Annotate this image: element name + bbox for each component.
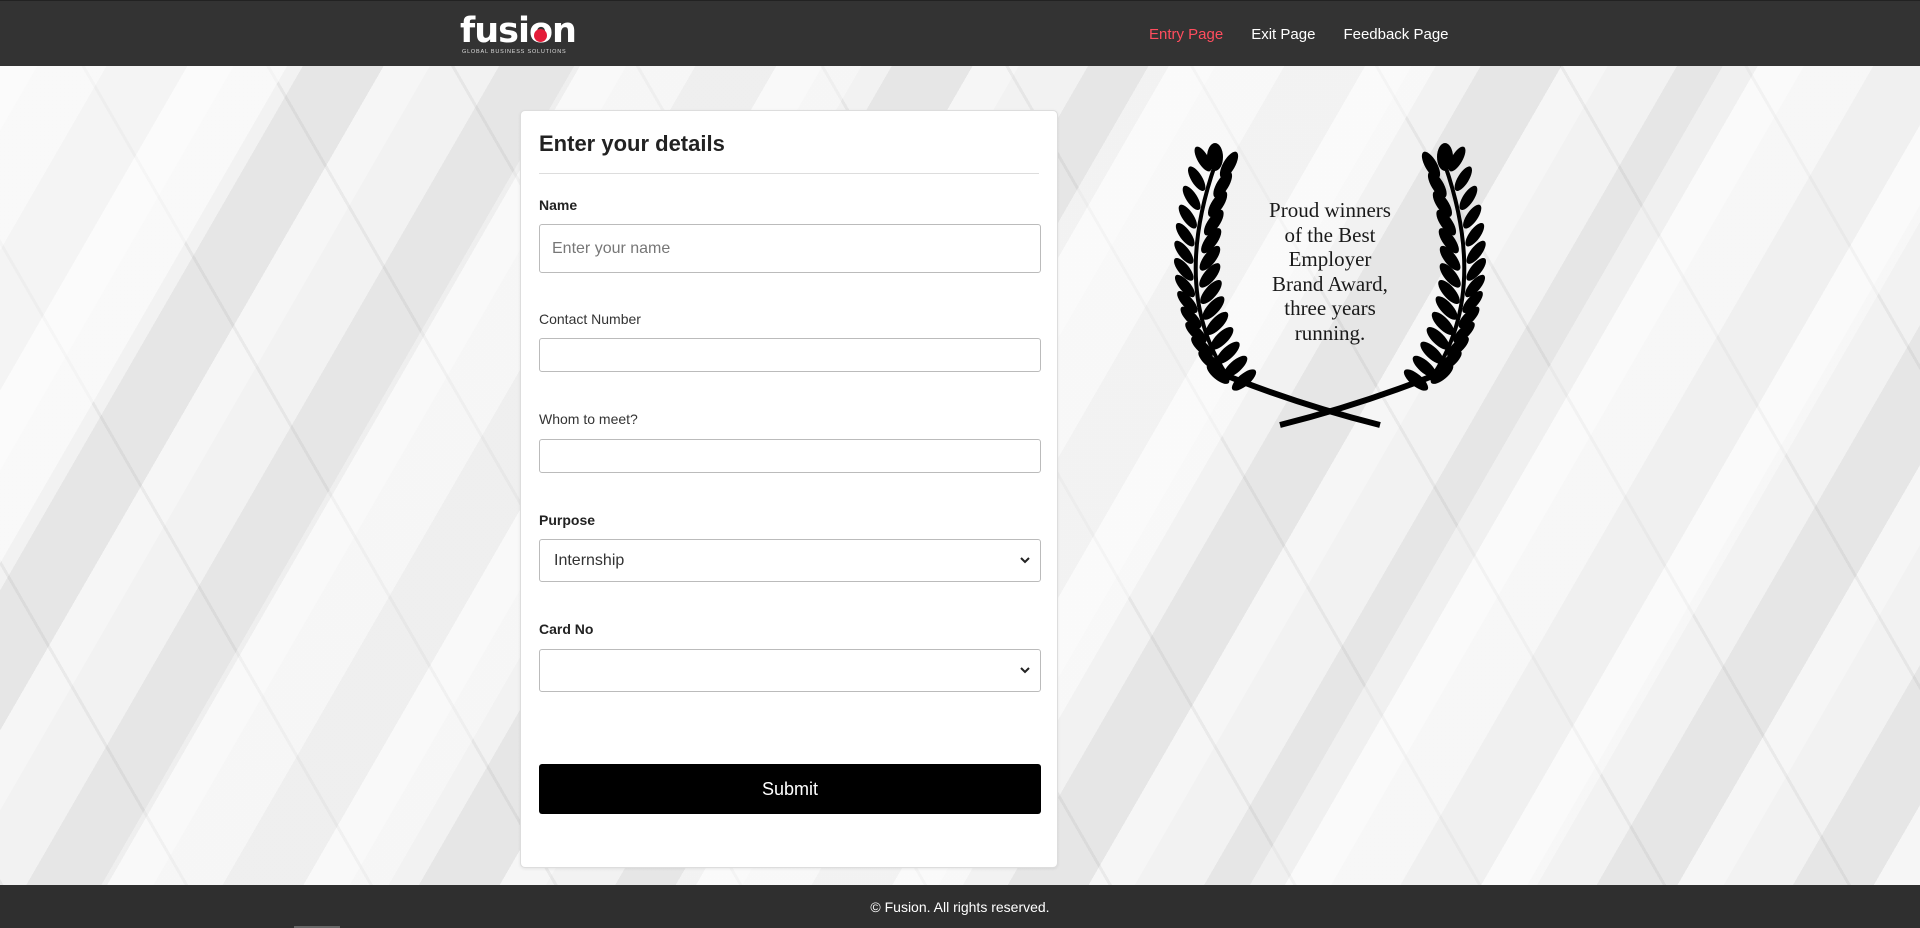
chevron-down-icon [1020, 557, 1030, 564]
award-line: of the Best [1284, 222, 1376, 247]
award-line: Proud winners [1269, 198, 1391, 222]
top-navbar: fusion GLOBAL BUSINESS SOLUTIONS Entry P… [0, 0, 1920, 66]
award-line: three years [1284, 296, 1376, 320]
logo-dot-icon [534, 29, 547, 42]
visitor-details-form: Enter your details Name Contact Number W… [520, 110, 1058, 868]
chevron-down-icon [1020, 667, 1030, 674]
award-line: Employer [1288, 247, 1372, 271]
purpose-label: Purpose [539, 512, 596, 528]
logo-wordmark: fusion [460, 11, 577, 51]
page-footer: © Fusion. All rights reserved. [0, 885, 1920, 928]
whom-to-meet-input[interactable] [539, 439, 1041, 473]
submit-button[interactable]: Submit [539, 764, 1041, 814]
contact-number-label: Contact Number [539, 311, 641, 327]
award-line: running. [1294, 320, 1366, 345]
main-nav: Entry Page Exit Page Feedback Page [1149, 1, 1477, 67]
award-text: Proud winners of the Best Employer Brand… [1230, 198, 1430, 345]
name-label: Name [539, 197, 578, 213]
copyright-text: © Fusion. All rights reserved. [870, 898, 1050, 915]
award-line: Brand Award, [1272, 271, 1388, 296]
logo-tagline: GLOBAL BUSINESS SOLUTIONS [462, 49, 567, 55]
purpose-select[interactable]: Internship [539, 539, 1041, 582]
form-title: Enter your details [539, 131, 725, 156]
nav-link-exit-page[interactable]: Exit Page [1251, 26, 1315, 43]
nav-link-entry-page[interactable]: Entry Page [1149, 26, 1223, 43]
fusion-logo[interactable]: fusion GLOBAL BUSINESS SOLUTIONS [460, 9, 580, 59]
card-no-label: Card No [539, 621, 594, 637]
purpose-selected-value: Internship [554, 551, 625, 569]
nav-link-feedback-page[interactable]: Feedback Page [1343, 26, 1448, 43]
title-divider [539, 173, 1039, 174]
whom-to-meet-label: Whom to meet? [539, 411, 638, 427]
name-input[interactable] [539, 224, 1041, 273]
contact-number-input[interactable] [539, 338, 1041, 372]
card-no-select[interactable] [539, 649, 1041, 692]
